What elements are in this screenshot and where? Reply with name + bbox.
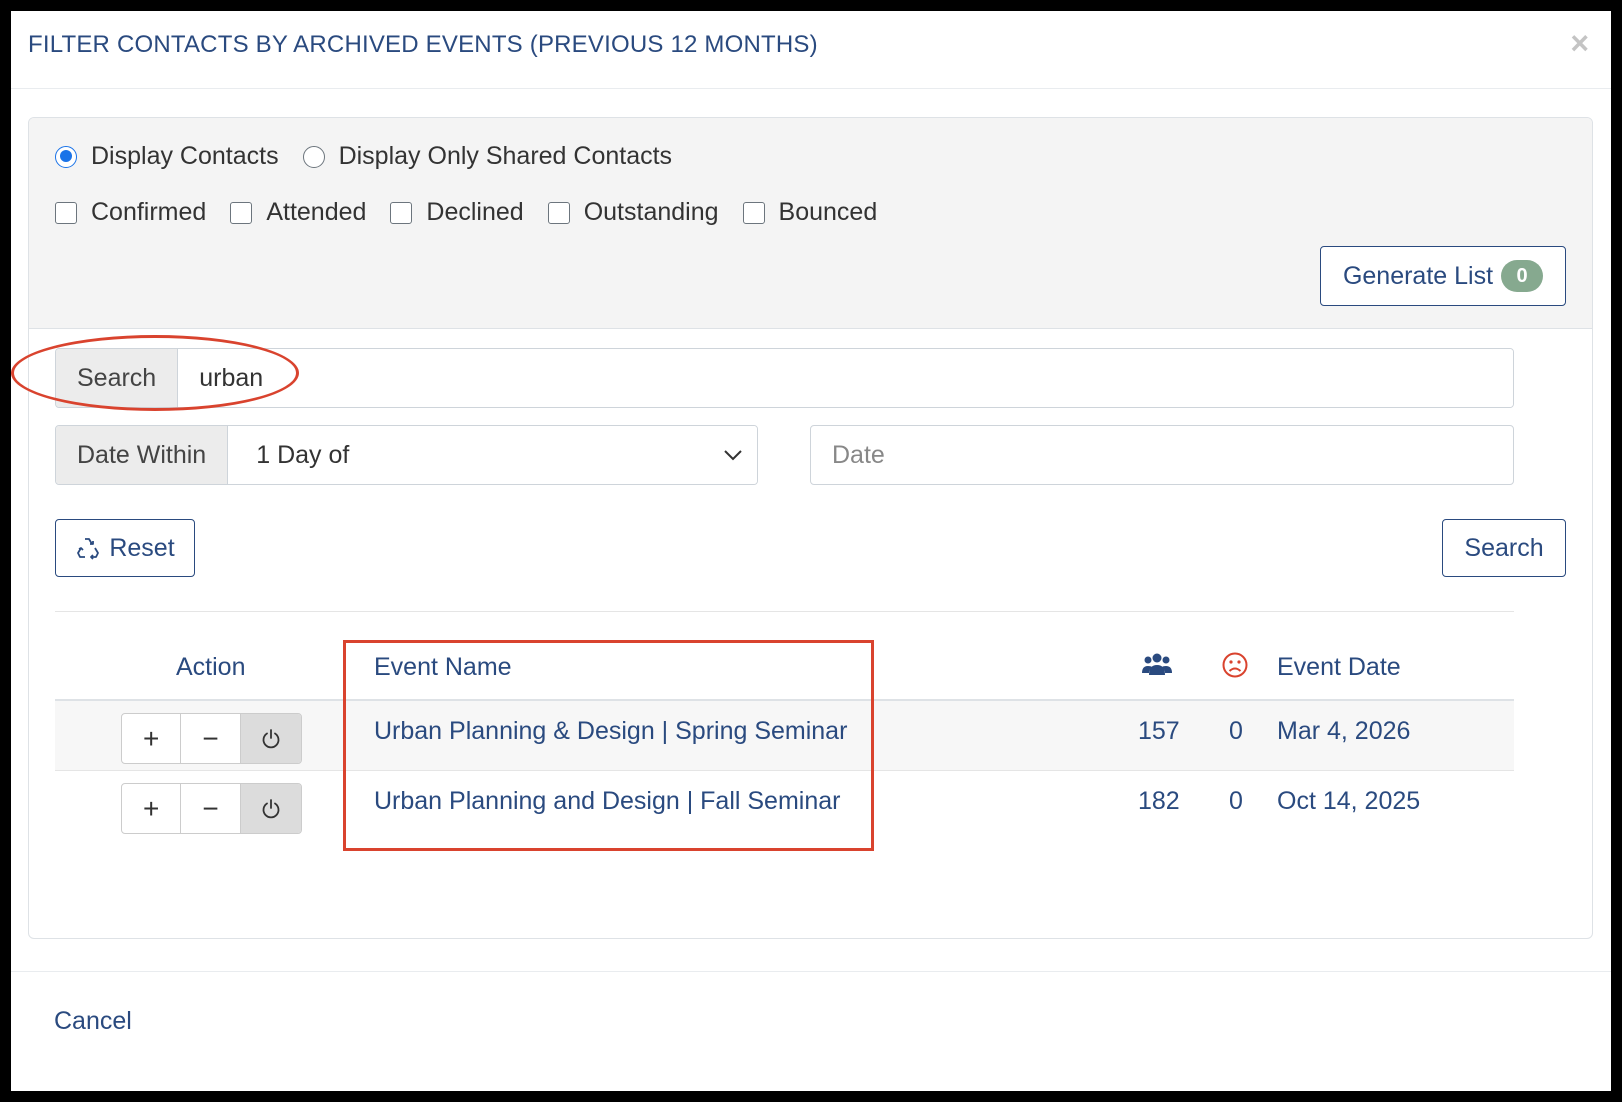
date-range-select[interactable]: 1 Day of [228, 426, 757, 484]
checkbox-bounced[interactable]: Bounced [742, 198, 878, 227]
event-name-link[interactable]: Urban Planning and Design | Fall Seminar [374, 787, 840, 816]
section-divider [55, 611, 1514, 612]
toggle-power-button[interactable] [240, 784, 301, 833]
power-icon [262, 728, 280, 748]
recycle-icon [77, 538, 100, 560]
date-within-group: Date Within 1 Day of [55, 425, 758, 485]
chevron-down-icon [724, 450, 742, 461]
radio-display-contacts[interactable]: Display Contacts [55, 142, 279, 171]
sad-face-icon [1221, 651, 1249, 686]
header-event-name: Event Name [374, 653, 512, 681]
table-row: + − Urban Planning & Design | Spring Sem… [55, 701, 1514, 771]
attendees-icon [1141, 651, 1173, 686]
attendee-count: 157 [1138, 717, 1180, 745]
generate-list-button[interactable]: Generate List 0 [1320, 246, 1566, 306]
modal-header: FILTER CONTACTS BY ARCHIVED EVENTS (PREV… [11, 11, 1611, 89]
search-addon-label: Search [56, 349, 179, 407]
header-action: Action [176, 653, 246, 681]
checkbox-outstanding[interactable]: Outstanding [547, 198, 719, 227]
modal-title: FILTER CONTACTS BY ARCHIVED EVENTS (PREV… [28, 31, 818, 58]
checkbox-declined[interactable]: Declined [390, 198, 524, 227]
radio-button-checked[interactable] [55, 145, 77, 168]
header-event-date: Event Date [1277, 653, 1401, 681]
radio-button[interactable] [302, 145, 325, 168]
add-button[interactable]: + [122, 784, 182, 833]
table-row: + − Urban Planning and Design | Fall Sem… [55, 771, 1514, 841]
event-name-link[interactable]: Urban Planning & Design | Spring Seminar [374, 717, 847, 746]
bounced-count: 0 [1229, 717, 1243, 745]
attendee-count: 182 [1138, 787, 1180, 815]
filter-contacts-modal: FILTER CONTACTS BY ARCHIVED EVENTS (PREV… [11, 11, 1611, 1091]
events-table: Action Event Name Event Date + − Urban P… [55, 633, 1514, 841]
checkbox-label: Bounced [778, 198, 878, 226]
table-header: Action Event Name Event Date [55, 633, 1514, 701]
search-button[interactable]: Search [1442, 519, 1566, 577]
search-input[interactable]: urban [178, 349, 1513, 407]
generate-list-label: Generate List [1342, 261, 1494, 290]
status-checkboxes: Confirmed Attended Declined Outstanding … [55, 198, 901, 227]
close-icon[interactable]: × [1570, 27, 1589, 59]
reset-label: Reset [109, 533, 175, 562]
checkbox-label: Declined [426, 198, 524, 226]
checkbox-label: Outstanding [583, 198, 719, 226]
add-button[interactable]: + [122, 714, 182, 763]
date-input[interactable]: Date [810, 425, 1514, 485]
display-mode-radios: Display Contacts Display Only Shared Con… [55, 142, 696, 171]
search-input-group: Search urban [55, 348, 1514, 408]
checkbox[interactable] [390, 201, 413, 224]
checkbox-attended[interactable]: Attended [230, 198, 366, 227]
filter-card: Display Contacts Display Only Shared Con… [28, 117, 1593, 939]
checkbox[interactable] [55, 201, 77, 224]
event-date: Oct 14, 2025 [1277, 787, 1421, 815]
row-action-group: + − [121, 783, 302, 834]
bounced-count: 0 [1229, 787, 1243, 815]
radio-label: Display Only Shared Contacts [338, 142, 673, 170]
remove-button[interactable]: − [181, 784, 241, 833]
date-within-addon-label: Date Within [56, 426, 229, 484]
checkbox[interactable] [230, 201, 253, 224]
count-badge: 0 [1501, 260, 1544, 292]
reset-button[interactable]: Reset [55, 519, 195, 577]
event-date: Mar 4, 2026 [1277, 717, 1411, 745]
radio-label: Display Contacts [91, 142, 279, 170]
cancel-link[interactable]: Cancel [54, 1007, 132, 1036]
remove-button[interactable]: − [181, 714, 241, 763]
radio-display-shared-contacts[interactable]: Display Only Shared Contacts [302, 142, 673, 171]
filter-options-panel: Display Contacts Display Only Shared Con… [29, 118, 1592, 329]
checkbox[interactable] [742, 201, 765, 224]
date-range-selected: 1 Day of [256, 440, 350, 469]
row-action-group: + − [121, 713, 302, 764]
checkbox-label: Confirmed [91, 198, 207, 226]
checkbox-confirmed[interactable]: Confirmed [55, 198, 206, 227]
power-icon [262, 798, 280, 818]
checkbox[interactable] [547, 201, 570, 224]
toggle-power-button[interactable] [240, 714, 301, 763]
footer-divider [11, 971, 1611, 972]
checkbox-label: Attended [266, 198, 367, 226]
